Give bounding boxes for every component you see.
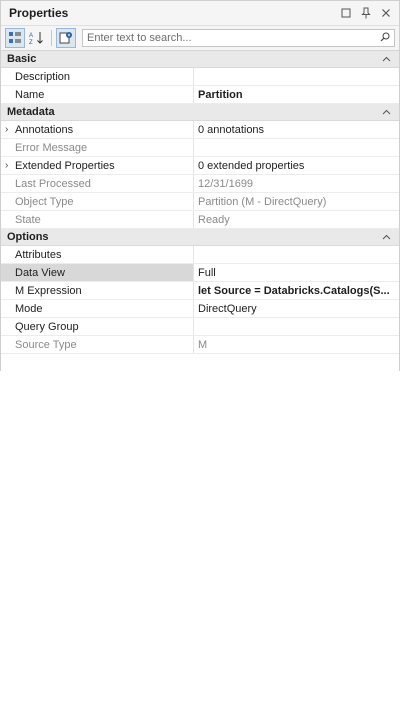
property-value[interactable] xyxy=(194,246,399,263)
sort-az-icon: A Z xyxy=(29,32,43,45)
search-icon[interactable] xyxy=(380,32,390,45)
property-name: Data View xyxy=(15,266,65,279)
panel-title: Properties xyxy=(9,6,69,20)
grid-empty-area xyxy=(1,354,399,723)
property-name-cell: Mode xyxy=(1,300,194,317)
property-name: Extended Properties xyxy=(15,159,115,172)
property-row-error-message[interactable]: Error Message xyxy=(1,139,399,157)
alphabetical-view-button[interactable]: A Z xyxy=(27,28,47,48)
property-name: Mode xyxy=(15,302,43,315)
category-options[interactable]: Options xyxy=(1,229,399,246)
property-name: Query Group xyxy=(15,320,79,333)
property-name: Description xyxy=(15,70,71,83)
property-value: Ready xyxy=(198,213,230,226)
svg-text:A: A xyxy=(29,33,33,39)
categorized-icon xyxy=(9,32,21,43)
search-box xyxy=(82,29,395,47)
property-name: Error Message xyxy=(15,141,88,154)
property-row-attributes[interactable]: Attributes xyxy=(1,246,399,264)
property-value: 12/31/1699 xyxy=(198,177,254,190)
property-row-data-view[interactable]: Data View Full xyxy=(1,264,399,282)
property-pages-icon xyxy=(59,32,72,44)
property-value xyxy=(194,139,399,156)
property-name: Annotations xyxy=(15,123,74,136)
property-name-cell: Description xyxy=(1,68,194,85)
category-label: Basic xyxy=(7,53,37,65)
expand-chevron-icon[interactable]: › xyxy=(5,124,8,135)
property-row-object-type[interactable]: Object Type Partition (M - DirectQuery) xyxy=(1,193,399,211)
property-value[interactable] xyxy=(194,318,399,335)
title-actions xyxy=(339,6,393,20)
property-value[interactable]: Full xyxy=(194,264,399,281)
panel-titlebar: Properties xyxy=(1,1,399,26)
properties-panel: Properties A Z Enter text to search... B… xyxy=(0,0,400,723)
pin-icon[interactable] xyxy=(359,6,373,20)
property-value[interactable] xyxy=(194,68,399,85)
category-label: Metadata xyxy=(7,106,55,118)
property-name-cell: Last Processed xyxy=(1,175,194,192)
property-pages-button[interactable] xyxy=(56,28,76,48)
close-icon[interactable] xyxy=(379,6,393,20)
property-name-cell: State xyxy=(1,211,194,228)
collapse-icon[interactable] xyxy=(382,106,391,118)
property-row-name[interactable]: Name Partition xyxy=(1,86,399,104)
collapse-icon[interactable] xyxy=(382,53,391,65)
property-value[interactable]: 0 extended properties xyxy=(194,157,399,174)
expand-chevron-icon[interactable]: › xyxy=(5,160,8,171)
property-name: Last Processed xyxy=(15,177,91,190)
property-name: Object Type xyxy=(15,195,74,208)
property-row-mode[interactable]: Mode DirectQuery xyxy=(1,300,399,318)
search-input[interactable] xyxy=(87,32,380,44)
property-row-m-expression[interactable]: M Expression let Source = Databricks.Cata… xyxy=(1,282,399,300)
property-name: State xyxy=(15,213,41,226)
property-name-cell: Name xyxy=(1,86,194,103)
property-value[interactable]: Partition xyxy=(194,86,399,103)
toolbar-separator xyxy=(51,30,52,46)
property-name-cell: Attributes xyxy=(1,246,194,263)
properties-toolbar: A Z xyxy=(1,26,399,51)
property-row-description[interactable]: Description xyxy=(1,68,399,86)
property-name: Source Type xyxy=(15,338,77,351)
property-row-extended-properties[interactable]: › Extended Properties 0 extended propertie… xyxy=(1,157,399,175)
category-metadata[interactable]: Metadata xyxy=(1,104,399,121)
property-name: Name xyxy=(15,88,45,101)
property-name-cell: Object Type xyxy=(1,193,194,210)
property-row-state[interactable]: State Ready xyxy=(1,211,399,229)
category-basic[interactable]: Basic xyxy=(1,51,399,68)
property-value: Partition (M - DirectQuery) xyxy=(198,195,327,208)
property-row-last-processed[interactable]: Last Processed 12/31/1699 xyxy=(1,175,399,193)
property-value: M xyxy=(198,338,208,351)
property-row-source-type[interactable]: Source Type M xyxy=(1,336,399,354)
property-name-cell: › Annotations xyxy=(1,121,194,138)
property-grid: Basic Description Name Partition Metadata › An… xyxy=(1,51,399,354)
property-name-cell: Query Group xyxy=(1,318,194,335)
property-name-cell: › Extended Properties xyxy=(1,157,194,174)
property-name-cell: Data View xyxy=(1,264,194,281)
property-name: Attributes xyxy=(15,248,62,261)
property-value[interactable]: 0 annotations xyxy=(194,121,399,138)
property-row-annotations[interactable]: › Annotations 0 annotations xyxy=(1,121,399,139)
collapse-icon[interactable] xyxy=(382,231,391,243)
property-name-cell: M Expression xyxy=(1,282,194,299)
property-name-cell: Source Type xyxy=(1,336,194,353)
property-name-cell: Error Message xyxy=(1,139,194,156)
property-row-query-group[interactable]: Query Group xyxy=(1,318,399,336)
property-value[interactable]: DirectQuery xyxy=(194,300,399,317)
maximize-icon[interactable] xyxy=(339,6,353,20)
svg-text:Z: Z xyxy=(29,40,33,45)
property-value[interactable]: let Source = Databricks.Catalogs(S... xyxy=(194,282,399,299)
categorized-view-button[interactable] xyxy=(5,28,25,48)
property-name: M Expression xyxy=(15,284,82,297)
category-label: Options xyxy=(7,231,49,243)
